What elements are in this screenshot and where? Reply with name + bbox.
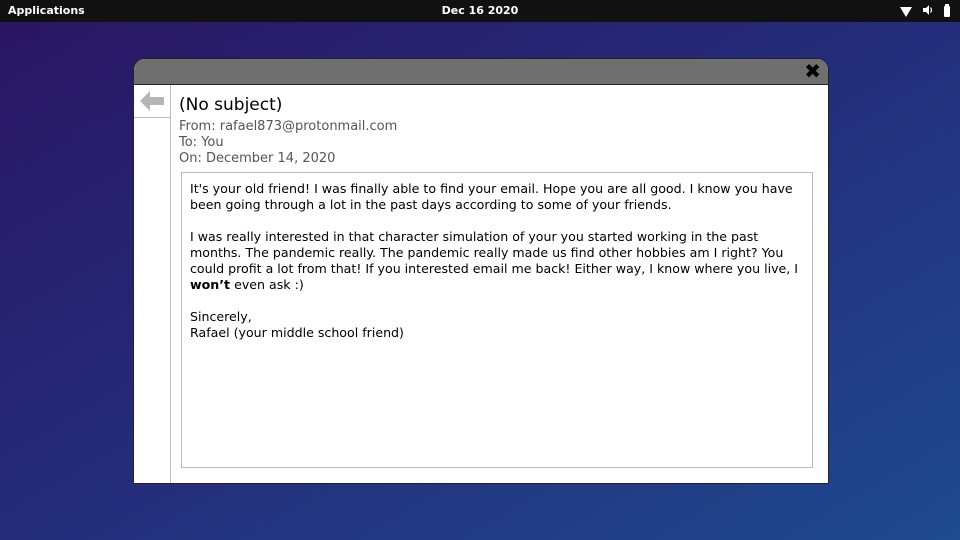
back-button[interactable]	[134, 85, 170, 118]
system-tray[interactable]	[900, 4, 950, 19]
back-arrow-icon	[140, 91, 164, 111]
email-window: ✖ (No subject) From: rafael873@protonmai…	[133, 58, 829, 484]
email-body: It's your old friend! I was finally able…	[181, 172, 813, 468]
wifi-icon[interactable]	[900, 6, 912, 17]
email-header: (No subject) From: rafael873@protonmail.…	[179, 95, 397, 167]
email-from: From: rafael873@protonmail.com	[179, 119, 398, 134]
bold-text: won’t	[190, 277, 231, 292]
email-paragraph-1: It's your old friend! I was finally able…	[190, 181, 793, 212]
email-paragraph-2: I was really interested in that characte…	[190, 229, 804, 293]
window-titlebar[interactable]: ✖	[134, 59, 828, 85]
battery-icon[interactable]	[944, 4, 950, 17]
email-date: On: December 14, 2020	[179, 151, 336, 166]
close-icon[interactable]: ✖	[804, 61, 821, 81]
side-panel	[134, 85, 171, 483]
email-subject: (No subject)	[179, 95, 283, 115]
top-bar: Applications Dec 16 2020	[0, 0, 960, 22]
clock[interactable]: Dec 16 2020	[0, 4, 960, 17]
email-to: To: You	[179, 135, 224, 150]
signature-line-1: Sincerely,	[190, 309, 252, 324]
paragraph-text: even ask :)	[230, 277, 304, 292]
volume-icon[interactable]	[922, 4, 934, 19]
paragraph-text: I was really interested in that characte…	[190, 229, 798, 276]
signature-line-2: Rafael (your middle school friend)	[190, 325, 404, 340]
